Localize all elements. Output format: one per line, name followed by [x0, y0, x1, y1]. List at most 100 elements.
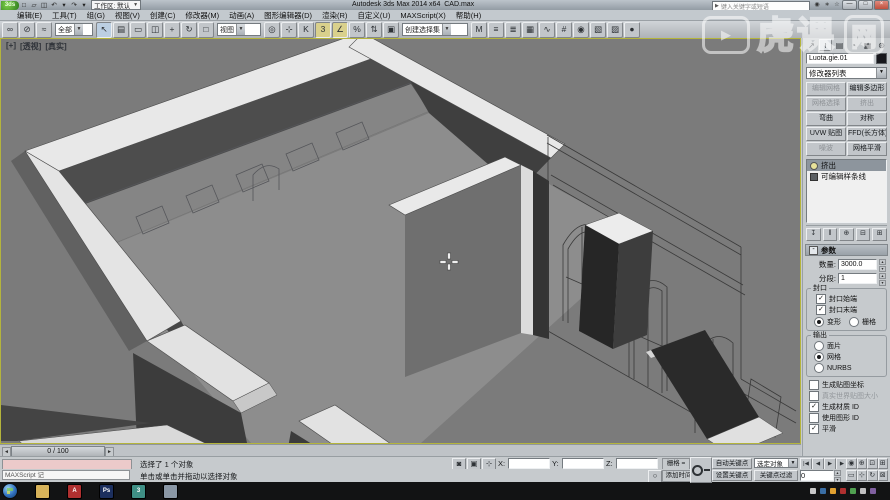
zoom-region-icon[interactable]: ▭: [846, 470, 857, 481]
percent-snap-icon[interactable]: %: [349, 22, 365, 38]
remove-modifier-icon[interactable]: ⊟: [856, 228, 871, 241]
amount-field[interactable]: 3000.0: [838, 259, 877, 270]
spinner-snap-icon[interactable]: ⇅: [366, 22, 382, 38]
zoom-extents-all-icon[interactable]: ⊞: [878, 458, 889, 469]
undo-icon[interactable]: ↶: [49, 1, 59, 10]
auto-key-button[interactable]: 自动关键点: [712, 458, 752, 469]
rendered-frame-window-icon[interactable]: ▨: [607, 22, 623, 38]
show-end-result-icon[interactable]: ‖: [823, 228, 838, 241]
amount-spinner[interactable]: ▲▼: [879, 259, 886, 270]
y-coordinate-field[interactable]: [562, 458, 604, 469]
redo-icon[interactable]: ↷: [69, 1, 79, 10]
selection-filter-dropdown[interactable]: 全部▼: [55, 23, 93, 36]
menu-item-9[interactable]: 自定义(U): [352, 10, 395, 21]
menu-item-10[interactable]: MAXScript(X): [395, 11, 450, 20]
menu-item-11[interactable]: 帮助(H): [451, 10, 486, 21]
viewport-menu-general[interactable]: [+]: [6, 41, 16, 52]
bind-to-space-warp-icon[interactable]: ≈: [36, 22, 52, 38]
application-menu-button[interactable]: 3ds: [1, 1, 19, 10]
menu-item-7[interactable]: 图形编辑器(D): [259, 10, 317, 21]
key-filters-button[interactable]: 关键点过滤器...: [754, 470, 798, 481]
material-editor-icon[interactable]: ◉: [573, 22, 589, 38]
search-icon[interactable]: ◉: [812, 1, 822, 9]
menu-item-8[interactable]: 渲染(R): [317, 10, 352, 21]
taskbar-autocad[interactable]: A: [67, 484, 82, 499]
curve-editor-icon[interactable]: ∿: [539, 22, 555, 38]
communication-center-icon[interactable]: ∗: [822, 1, 832, 9]
parameters-rollout-header[interactable]: - 参数: [805, 244, 888, 256]
menu-item-5[interactable]: 修改器(M): [180, 10, 224, 21]
taskbar-photoshop[interactable]: Ps: [99, 484, 114, 499]
zoom-all-icon[interactable]: ⊕: [857, 458, 868, 469]
frame-spinner[interactable]: ▲▼: [834, 470, 841, 481]
cap-check-0[interactable]: ✓封口始端: [816, 294, 884, 304]
workspace-dropdown[interactable]: 工作区: 默认 ▼: [91, 0, 141, 10]
taskbar-explorer[interactable]: [35, 484, 50, 499]
segments-field[interactable]: 1: [838, 273, 877, 284]
select-and-scale-icon[interactable]: □: [198, 22, 214, 38]
object-name-field[interactable]: Luota.gie.01: [806, 53, 874, 64]
edit-named-selection-sets-icon[interactable]: ▣: [383, 22, 399, 38]
modifier-button-7[interactable]: FFD(长方体): [847, 127, 887, 141]
segments-spinner[interactable]: ▲▼: [879, 273, 886, 284]
menu-item-4[interactable]: 创建(C): [145, 10, 180, 21]
minimize-button[interactable]: —: [842, 0, 857, 10]
rectangular-selection-region-icon[interactable]: ▭: [130, 22, 146, 38]
reference-coordinate-system-dropdown[interactable]: 视图▼: [217, 23, 261, 36]
modifier-button-9[interactable]: 网格平滑: [847, 142, 887, 156]
tray-icon-0[interactable]: [810, 488, 816, 494]
pillar-column[interactable]: [579, 213, 653, 349]
layer-manager-icon[interactable]: ≣: [505, 22, 521, 38]
named-selection-sets-dropdown[interactable]: 创建选择集▼: [402, 23, 468, 36]
taskbar-folder[interactable]: [163, 484, 178, 499]
current-frame-field[interactable]: 0: [800, 470, 834, 481]
set-key-button[interactable]: 设置关键点: [712, 470, 752, 481]
render-production-icon[interactable]: ●: [624, 22, 640, 38]
modifier-button-6[interactable]: UVW 贴图: [806, 127, 846, 141]
graphite-ribbon-icon[interactable]: ▦: [522, 22, 538, 38]
use-pivot-point-center-icon[interactable]: ◎: [264, 22, 280, 38]
open-file-icon[interactable]: ▱: [29, 1, 39, 10]
maxscript-mini-listener[interactable]: MAXScript 记: [2, 470, 130, 480]
param-check-2[interactable]: ✓生成材质 ID: [809, 402, 890, 412]
make-unique-icon[interactable]: ⊕: [839, 228, 854, 241]
pan-view-icon[interactable]: ⊹: [857, 470, 868, 481]
select-and-move-icon[interactable]: +: [164, 22, 180, 38]
cap-check-1[interactable]: ✓封口末端: [816, 305, 884, 315]
viewport-menu-shading[interactable]: [真实]: [45, 41, 66, 52]
param-check-3[interactable]: 使用图形 ID: [809, 413, 890, 423]
window-crossing-icon[interactable]: ◫: [147, 22, 163, 38]
output-radio-2[interactable]: NURBS: [814, 363, 884, 373]
stack-row-0[interactable]: 挤出: [807, 160, 886, 171]
angle-snap-icon[interactable]: ∠: [332, 22, 348, 38]
param-check-4[interactable]: ✓平滑: [809, 424, 890, 434]
viewport-canvas[interactable]: [1, 39, 800, 443]
select-and-manipulate-icon[interactable]: ⊹: [281, 22, 297, 38]
modifier-list-dropdown[interactable]: 修改器列表 ▼: [806, 67, 887, 79]
unlink-selection-icon[interactable]: ⊘: [19, 22, 35, 38]
save-file-icon[interactable]: ◫: [39, 1, 49, 10]
align-icon[interactable]: ≡: [488, 22, 504, 38]
tab-hierarchy[interactable]: ▤: [833, 39, 846, 51]
tray-icon-4[interactable]: [850, 488, 856, 494]
taskbar-3dsmax[interactable]: 3: [131, 484, 146, 499]
select-by-name-icon[interactable]: ▤: [113, 22, 129, 38]
set-key-mode-button[interactable]: [690, 457, 712, 483]
stack-row-1[interactable]: 可编辑样条线: [807, 171, 886, 182]
snaps-toggle-3d-icon[interactable]: 3: [315, 22, 331, 38]
render-setup-icon[interactable]: ▧: [590, 22, 606, 38]
param-check-0[interactable]: 生成贴图坐标: [809, 380, 890, 390]
menu-item-1[interactable]: 工具(T): [47, 10, 82, 21]
track-bar[interactable]: ◄ 0 / 100 ►: [0, 444, 801, 456]
selected-filter-dropdown[interactable]: 选定对象 ▼: [754, 458, 798, 468]
menu-item-6[interactable]: 动画(A): [224, 10, 259, 21]
pin-stack-icon[interactable]: ↧: [806, 228, 821, 241]
z-coordinate-field[interactable]: [616, 458, 658, 469]
object-color-swatch[interactable]: [876, 53, 887, 64]
zoom-extents-icon[interactable]: ⊡: [867, 458, 878, 469]
menu-item-3[interactable]: 视图(V): [110, 10, 145, 21]
close-button[interactable]: ×: [874, 0, 889, 10]
tab-utilities[interactable]: ⊛: [875, 39, 888, 51]
viewport-perspective[interactable]: [+] [透视] [真实]: [0, 38, 801, 444]
tray-icon-6[interactable]: [870, 488, 876, 494]
